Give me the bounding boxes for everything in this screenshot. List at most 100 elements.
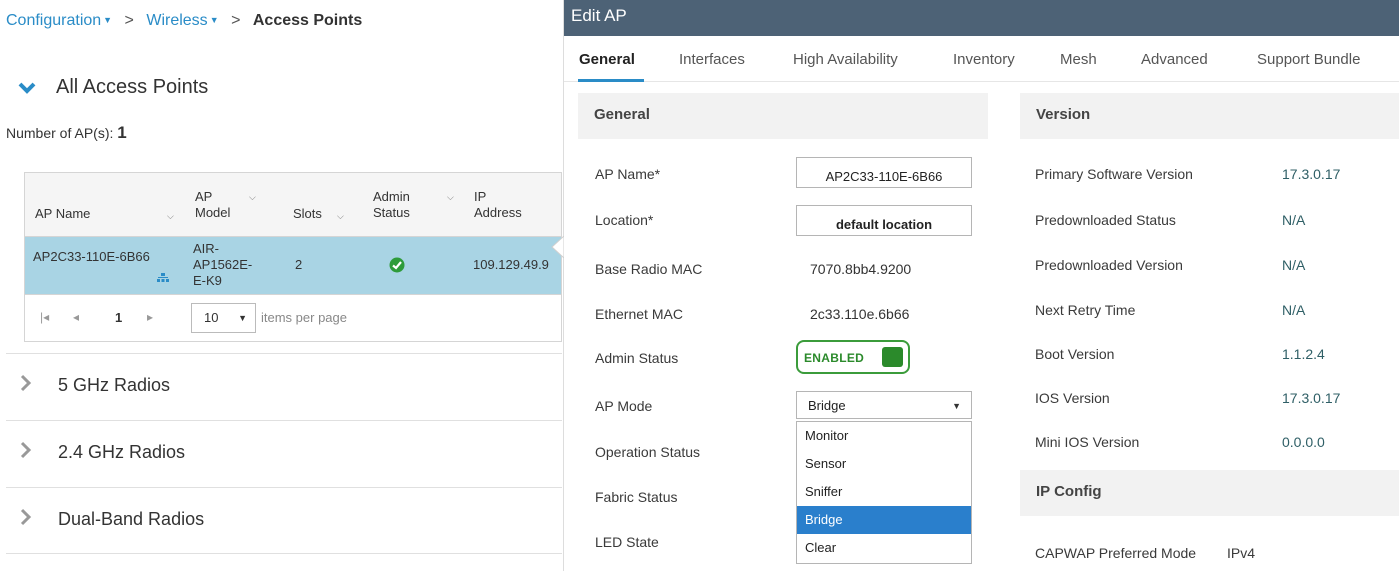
next-retry-time-value: N/A xyxy=(1282,302,1306,318)
breadcrumb-wireless[interactable]: Wireless ▼ xyxy=(146,12,218,29)
ap-mode-label: AP Mode xyxy=(595,398,653,414)
column-ap-model[interactable]: AP Model ⌵ xyxy=(195,189,256,221)
admin-status-toggle[interactable]: ENABLED xyxy=(796,340,910,374)
mini-ios-version-label: Mini IOS Version xyxy=(1035,434,1140,450)
column-ap-model-line2: Model xyxy=(195,205,231,220)
ap-mode-option-bridge[interactable]: Bridge xyxy=(797,506,971,534)
admin-status-toggle-label: ENABLED xyxy=(804,351,865,365)
section-divider xyxy=(6,553,562,554)
predownloaded-status-label: Predownloaded Status xyxy=(1035,212,1176,228)
page-size-select[interactable]: 10 ▼ xyxy=(191,303,256,333)
pager-current-page[interactable]: 1 xyxy=(115,310,122,325)
column-ap-name[interactable]: AP Name ⌵ xyxy=(35,206,174,222)
predownloaded-version-label: Predownloaded Version xyxy=(1035,257,1183,273)
tab-inventory[interactable]: Inventory xyxy=(953,51,1015,68)
column-filter-icon[interactable]: ⌵ xyxy=(447,189,454,205)
ethernet-mac-label: Ethernet MAC xyxy=(595,306,683,322)
column-ip-address[interactable]: IP Address xyxy=(474,189,522,221)
tab-support-bundle[interactable]: Support Bundle xyxy=(1257,51,1360,68)
tab-advanced[interactable]: Advanced xyxy=(1141,51,1208,68)
section-5ghz-radios[interactable]: 5 GHz Radios xyxy=(6,353,562,419)
network-tree-icon xyxy=(157,273,169,282)
ethernet-mac-value: 2c33.110e.6b66 xyxy=(810,306,910,322)
base-radio-mac-value: 7070.8bb4.9200 xyxy=(810,261,912,277)
tab-high-availability[interactable]: High Availability xyxy=(793,51,898,68)
ap-mode-select[interactable]: Bridge ▼ xyxy=(796,391,972,419)
column-ap-name-label: AP Name xyxy=(35,206,91,221)
breadcrumb: Configuration ▼ > Wireless ▼ > Access Poin… xyxy=(6,12,362,30)
column-filter-icon[interactable]: ⌵ xyxy=(249,189,256,205)
pager-next-icon[interactable]: ▸ xyxy=(147,310,153,324)
modal-tabs: General Interfaces High Availability Inv… xyxy=(564,36,1399,82)
location-label: Location* xyxy=(595,212,654,228)
breadcrumb-wireless-label: Wireless xyxy=(146,12,208,29)
section-dual-band-radios[interactable]: Dual-Band Radios xyxy=(6,487,562,553)
led-state-label: LED State xyxy=(595,534,659,550)
ios-version-label: IOS Version xyxy=(1035,390,1110,406)
ios-version-value: 17.3.0.17 xyxy=(1282,390,1341,406)
boot-version-label: Boot Version xyxy=(1035,346,1115,362)
ap-mode-option-clear[interactable]: Clear xyxy=(797,534,971,562)
all-access-points-toggle[interactable]: All Access Points xyxy=(18,76,208,99)
ap-table: AP Name ⌵ AP Model ⌵ Slots ⌵ Admin Statu… xyxy=(24,172,562,342)
chevron-right-icon xyxy=(20,508,32,526)
breadcrumb-current: Access Points xyxy=(252,12,363,29)
chevron-right-icon xyxy=(20,441,32,459)
ap-mode-option-sensor[interactable]: Sensor xyxy=(797,450,971,478)
tab-mesh[interactable]: Mesh xyxy=(1060,51,1097,68)
cell-slots: 2 xyxy=(295,257,303,272)
column-slots-label: Slots xyxy=(293,206,322,221)
ap-mode-option-sniffer[interactable]: Sniffer xyxy=(797,478,971,506)
table-header: AP Name ⌵ AP Model ⌵ Slots ⌵ Admin Statu… xyxy=(25,173,561,237)
next-retry-time-label: Next Retry Time xyxy=(1035,302,1136,318)
capwap-preferred-mode-value: IPv4 xyxy=(1227,545,1256,561)
ap-name-input[interactable] xyxy=(796,157,972,188)
column-filter-icon[interactable]: ⌵ xyxy=(167,208,174,224)
section-24ghz-radios[interactable]: 2.4 GHz Radios xyxy=(6,420,562,486)
base-radio-mac-label: Base Radio MAC xyxy=(595,261,703,277)
ip-config-section-header: IP Config xyxy=(1020,470,1399,516)
breadcrumb-configuration-label: Configuration xyxy=(6,12,102,29)
column-admin-status[interactable]: Admin Status ⌵ xyxy=(373,189,454,221)
column-ap-model-line1: AP xyxy=(195,189,213,204)
ap-mode-option-monitor[interactable]: Monitor xyxy=(797,422,971,450)
breadcrumb-configuration[interactable]: Configuration ▼ xyxy=(6,12,112,29)
ap-mode-selected-value: Bridge xyxy=(808,398,846,413)
pager-first-icon[interactable]: |◂ xyxy=(40,310,49,324)
admin-status-label: Admin Status xyxy=(595,350,679,366)
location-input[interactable] xyxy=(796,205,972,236)
pager-prev-icon[interactable]: ◂ xyxy=(73,310,79,324)
breadcrumb-separator: > xyxy=(124,12,134,29)
tab-general[interactable]: General xyxy=(579,51,635,68)
caret-down-icon: ▼ xyxy=(952,401,961,411)
section-dual-band-radios-label: Dual-Band Radios xyxy=(58,509,205,529)
general-section-header: General xyxy=(578,93,988,139)
column-admin-status-line2: Status xyxy=(373,205,410,220)
column-admin-status-line1: Admin xyxy=(373,189,410,204)
check-circle-icon xyxy=(389,257,405,273)
cell-ap-name[interactable]: AP2C33-110E-6B66 xyxy=(33,249,150,265)
toggle-knob xyxy=(882,347,903,367)
column-ip-address-line2: Address xyxy=(474,205,522,220)
section-5ghz-radios-label: 5 GHz Radios xyxy=(58,375,171,395)
cell-ap-model-line1: AIR- xyxy=(193,241,219,256)
column-filter-icon[interactable]: ⌵ xyxy=(337,208,344,224)
primary-sw-version-label: Primary Software Version xyxy=(1035,166,1193,182)
modal-title-bar: Edit AP xyxy=(564,0,1399,36)
all-access-points-title: All Access Points xyxy=(56,76,209,98)
items-per-page-label: items per page xyxy=(261,310,347,325)
column-slots[interactable]: Slots ⌵ xyxy=(293,206,344,222)
chevron-down-icon xyxy=(18,82,36,94)
predownloaded-version-value: N/A xyxy=(1282,257,1306,273)
edit-ap-modal: Edit AP General Interfaces High Availabi… xyxy=(563,0,1399,571)
table-row[interactable]: AP2C33-110E-6B66 AIR- AP1562E- E-K9 2 10… xyxy=(25,237,561,294)
section-24ghz-radios-label: 2.4 GHz Radios xyxy=(58,442,186,462)
tab-interfaces[interactable]: Interfaces xyxy=(679,51,745,68)
ap-count-value: 1 xyxy=(117,123,127,142)
pager: |◂ ◂ 1 ▸ 10 ▼ items per page xyxy=(25,294,561,341)
operation-status-label: Operation Status xyxy=(595,444,701,460)
cell-ip-address: 109.129.49.9 xyxy=(473,257,549,272)
mini-ios-version-value: 0.0.0.0 xyxy=(1282,434,1325,450)
ap-name-label: AP Name* xyxy=(595,166,661,182)
version-section-header: Version xyxy=(1020,93,1399,139)
